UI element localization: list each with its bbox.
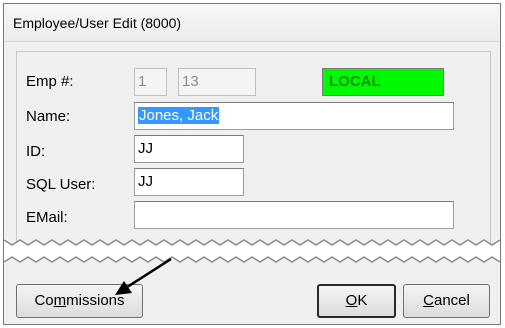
callout-arrow-icon [115, 257, 172, 295]
employee-edit-dialog: Employee/User Edit (8000) Emp #: 1 13 LO… [3, 3, 501, 325]
